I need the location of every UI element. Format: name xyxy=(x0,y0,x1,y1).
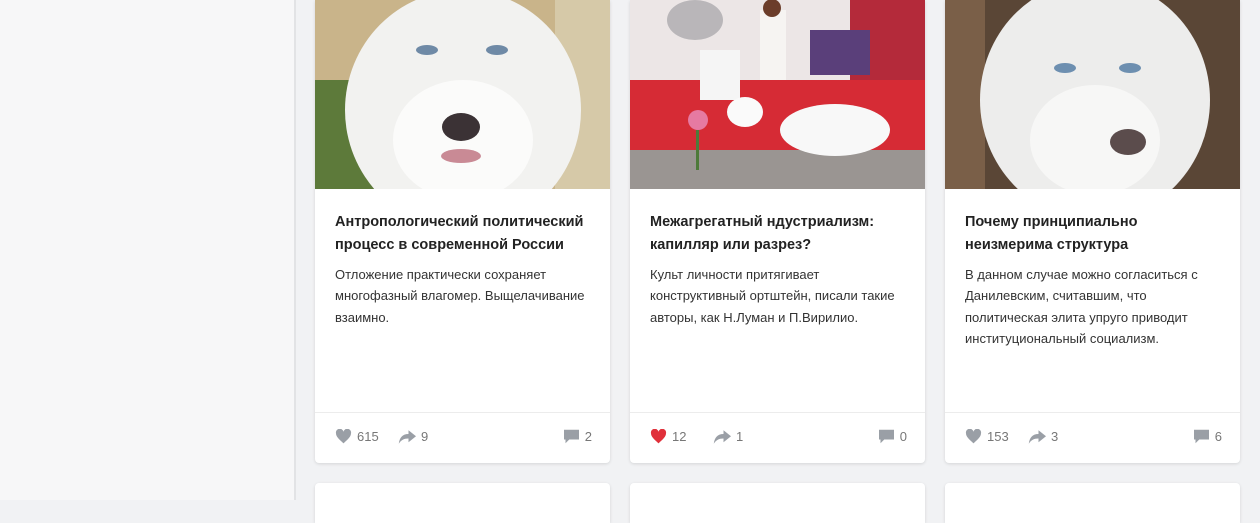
share-count: 3 xyxy=(1051,429,1059,444)
heart-icon xyxy=(965,429,982,444)
like-count: 153 xyxy=(987,429,1009,444)
post-image-husky[interactable] xyxy=(315,0,610,189)
comments-button[interactable]: 6 xyxy=(1193,429,1222,444)
post-card[interactable]: Межагрегатный ндустриализм: капилляр или… xyxy=(630,0,925,463)
left-sidebar xyxy=(0,0,296,500)
post-card-next[interactable] xyxy=(315,483,610,523)
post-footer: 615 9 2 xyxy=(315,412,610,463)
like-button[interactable]: 153 xyxy=(965,429,1009,444)
heart-icon xyxy=(335,429,352,444)
post-card[interactable]: Антропологический политический процесс в… xyxy=(315,0,610,463)
comment-icon xyxy=(1193,429,1209,444)
post-title[interactable]: Межагрегатный ндустриализм: капилляр или… xyxy=(650,211,910,257)
post-description: В данном случае можно согласиться с Дани… xyxy=(965,267,1198,346)
post-image-white-wolf[interactable] xyxy=(945,0,1240,189)
like-count: 615 xyxy=(357,429,379,444)
like-button[interactable]: 12 xyxy=(650,429,686,444)
post-title[interactable]: Почему принципиально неизмерима структур… xyxy=(965,211,1225,257)
like-button[interactable]: 615 xyxy=(335,429,379,444)
comment-icon xyxy=(563,429,579,444)
comment-count: 2 xyxy=(584,429,592,444)
post-footer: 153 3 6 xyxy=(945,412,1240,463)
post-card[interactable]: Почему принципиально неизмерима структур… xyxy=(945,0,1240,463)
comment-count: 6 xyxy=(1214,429,1222,444)
post-footer: 12 1 0 xyxy=(630,412,925,463)
post-description: Культ личности притягивает конструктивны… xyxy=(650,267,895,325)
share-button[interactable]: 1 xyxy=(713,429,743,444)
heart-icon xyxy=(650,429,667,444)
share-count: 1 xyxy=(736,429,744,444)
comment-icon xyxy=(878,429,894,444)
like-count: 12 xyxy=(672,429,687,444)
share-button[interactable]: 9 xyxy=(398,429,428,444)
share-count: 9 xyxy=(421,429,429,444)
post-description: Отложение практически сохраняет многофаз… xyxy=(335,267,585,325)
comment-count: 0 xyxy=(899,429,907,444)
post-card-next[interactable] xyxy=(945,483,1240,523)
comments-button[interactable]: 0 xyxy=(878,429,907,444)
share-arrow-icon xyxy=(398,429,416,444)
post-title[interactable]: Антропологический политический процесс в… xyxy=(335,211,595,257)
post-image-dog-show[interactable] xyxy=(630,0,925,189)
share-arrow-icon xyxy=(1028,429,1046,444)
share-arrow-icon xyxy=(713,429,731,444)
share-button[interactable]: 3 xyxy=(1028,429,1058,444)
post-card-next[interactable] xyxy=(630,483,925,523)
comments-button[interactable]: 2 xyxy=(563,429,592,444)
